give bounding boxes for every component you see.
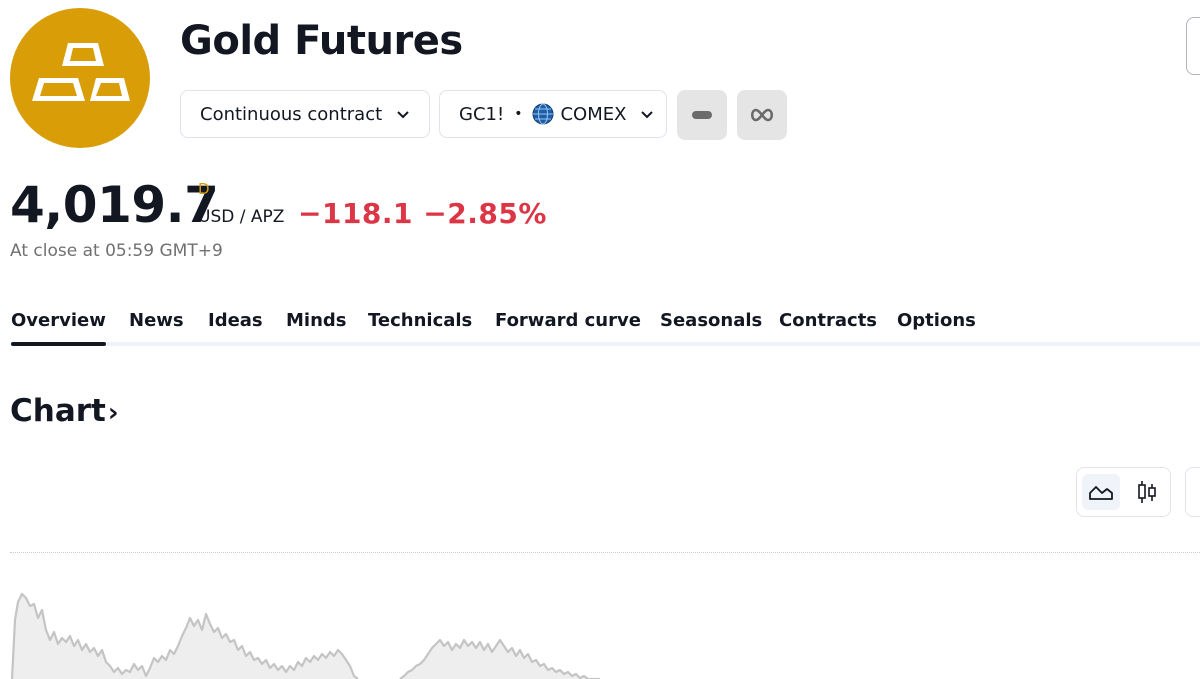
chart-section-link[interactable]: Chart› xyxy=(10,393,119,429)
chart-section-title: Chart xyxy=(10,393,106,429)
area-chart-button[interactable] xyxy=(1082,474,1120,510)
tab-technicals[interactable]: Technicals xyxy=(368,310,472,331)
minus-icon xyxy=(692,111,712,119)
chart-options-button[interactable] xyxy=(1185,467,1200,517)
chart-gridline xyxy=(10,552,1200,553)
contract-selector[interactable]: Continuous contract xyxy=(180,90,430,138)
top-right-button[interactable] xyxy=(1186,17,1200,75)
tab-overview[interactable]: Overview xyxy=(11,310,106,346)
candles-button[interactable] xyxy=(1128,474,1166,510)
tab-minds[interactable]: Minds xyxy=(286,310,347,331)
chevron-right-icon: › xyxy=(107,398,119,428)
close-timestamp: At close at 05:59 GMT+9 xyxy=(10,241,223,261)
contract-selector-label: Continuous contract xyxy=(200,103,383,125)
globe-icon xyxy=(532,103,554,125)
chart-type-switcher xyxy=(1076,467,1171,517)
price-area-fill xyxy=(12,594,600,679)
tab-contracts[interactable]: Contracts xyxy=(779,310,877,331)
change-value: −118.1 xyxy=(298,197,414,230)
symbol-label: GC1! xyxy=(459,103,505,125)
price-area-chart xyxy=(10,592,600,679)
delayed-badge: D xyxy=(198,180,210,198)
gold-bars-icon xyxy=(32,43,130,101)
gold-bars-logo xyxy=(10,8,150,148)
area-chart-icon xyxy=(1089,486,1113,500)
tab-ideas[interactable]: Ideas xyxy=(208,310,263,331)
last-price: 4,019.7 xyxy=(10,176,219,234)
chevron-down-icon xyxy=(640,104,654,125)
tab-options[interactable]: Options xyxy=(897,310,976,331)
candles-icon xyxy=(1138,481,1156,503)
page-title: Gold Futures xyxy=(180,18,463,64)
symbol-exchange-selector[interactable]: GC1! • COMEX xyxy=(439,90,667,138)
separator-dot: • xyxy=(514,106,523,122)
price-change: −118.1 −2.85% xyxy=(298,197,547,230)
tab-forward-curve[interactable]: Forward curve xyxy=(495,310,641,331)
infinity-icon xyxy=(750,108,774,122)
continuous-button[interactable] xyxy=(737,90,787,140)
change-percent: −2.85% xyxy=(423,197,547,230)
minus-button[interactable] xyxy=(677,90,727,140)
chevron-down-icon xyxy=(396,104,410,125)
exchange-label: COMEX xyxy=(560,103,627,125)
tabs-divider xyxy=(10,342,1200,346)
currency-label: USD / APZ xyxy=(198,207,285,227)
tab-news[interactable]: News xyxy=(129,310,184,331)
tab-seasonals[interactable]: Seasonals xyxy=(660,310,762,331)
